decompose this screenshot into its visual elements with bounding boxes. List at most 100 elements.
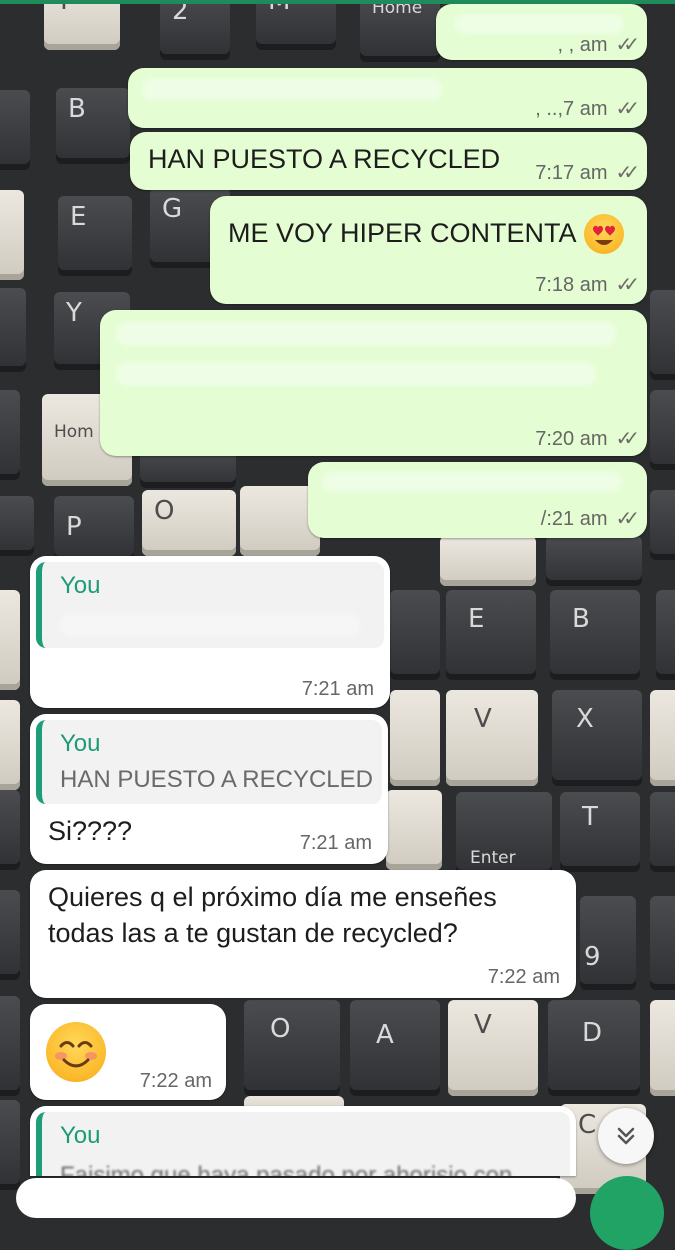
message-meta: 7:20 am ✓✓	[535, 426, 640, 451]
quoted-text: Faisimo que haya pasado por ahorisio con	[60, 1162, 513, 1176]
message-meta: 7:22 am	[140, 1070, 212, 1093]
message-time: 7:17 am	[535, 162, 608, 184]
wallpaper-key	[650, 792, 675, 872]
wallpaper-key	[546, 536, 642, 586]
wallpaper-key	[650, 290, 675, 380]
blurred-text	[116, 362, 596, 386]
blurred-text	[60, 614, 360, 636]
wallpaper-key	[0, 90, 30, 170]
wallpaper-key: O	[142, 490, 236, 556]
wallpaper-key	[0, 790, 20, 870]
message-time: , ..,7 am	[535, 98, 608, 120]
message-input[interactable]	[16, 1178, 576, 1218]
message-meta: 7:17 am ✓✓	[535, 160, 640, 185]
message-meta: , ..,7 am ✓✓	[535, 96, 639, 121]
message-meta: 7:21 am	[300, 832, 372, 855]
quoted-reply[interactable]: You Faisimo que haya pasado por ahorisio…	[36, 1112, 570, 1176]
outgoing-message[interactable]: ME VOY HIPER CONTENTA 7:18 am ✓✓	[210, 196, 647, 304]
message-time: 7:22 am	[139, 1070, 212, 1092]
wallpaper-key: Enter	[456, 792, 552, 876]
double-check-icon: ✓✓	[615, 274, 639, 296]
blurred-text	[322, 472, 622, 492]
message-time: 7:18 am	[535, 274, 608, 296]
wallpaper-key: P	[54, 496, 134, 562]
quoted-reply[interactable]: You	[36, 562, 384, 648]
double-check-icon: ✓✓	[615, 428, 639, 450]
outgoing-message[interactable]: , ..,7 am ✓✓	[128, 68, 647, 128]
blurred-text	[142, 78, 442, 100]
message-meta: 7:18 am ✓✓	[535, 272, 640, 297]
quoted-sender: You	[60, 1122, 101, 1149]
wallpaper-key: 2	[160, 0, 230, 60]
incoming-message[interactable]: You Faisimo que haya pasado por ahorisio…	[30, 1106, 576, 1176]
incoming-message[interactable]: You HAN PUESTO A RECYCLED Si???? 7:21 am	[30, 714, 388, 864]
message-time: 7:22 am	[487, 966, 560, 988]
smiling-face-emoji-icon	[46, 1022, 106, 1082]
message-meta: /:21 am ✓✓	[540, 506, 640, 531]
quoted-reply[interactable]: You HAN PUESTO A RECYCLED	[36, 720, 382, 804]
scroll-to-bottom-button[interactable]	[598, 1108, 654, 1164]
outgoing-message[interactable]: /:21 am ✓✓	[308, 462, 647, 538]
wallpaper-key	[0, 700, 20, 790]
mic-button[interactable]	[590, 1176, 664, 1250]
wallpaper-key	[650, 1000, 675, 1096]
wallpaper-key: 9	[580, 896, 636, 990]
message-text-line-1: Quieres q el próximo día me enseñes	[48, 882, 497, 912]
wallpaper-key	[0, 996, 20, 1096]
wallpaper-key	[390, 690, 440, 786]
outgoing-message[interactable]: 7:20 am ✓✓	[100, 310, 647, 456]
incoming-message[interactable]: 7:22 am	[30, 1004, 226, 1100]
wallpaper-key	[390, 590, 440, 680]
message-text: ME VOY HIPER CONTENTA	[228, 218, 577, 248]
wallpaper-key: Home	[360, 0, 440, 62]
wallpaper-key	[0, 496, 34, 556]
heart-eyes-emoji-icon	[584, 214, 624, 254]
outgoing-message[interactable]: HAN PUESTO A RECYCLED 7:17 am ✓✓	[130, 132, 647, 190]
wallpaper-key	[0, 190, 24, 280]
wallpaper-key	[0, 288, 26, 372]
wallpaper-key	[0, 890, 20, 980]
message-time: , , am	[557, 34, 608, 56]
message-time: /:21 am	[540, 508, 608, 530]
quoted-sender: You	[60, 572, 101, 599]
message-time: 7:21 am	[301, 678, 374, 700]
message-meta: 7:21 am	[302, 678, 374, 701]
wallpaper-key	[650, 690, 675, 786]
incoming-message[interactable]: Quieres q el próximo día me enseñes toda…	[30, 870, 576, 998]
message-time: 7:20 am	[535, 428, 608, 450]
wallpaper-key	[0, 390, 20, 480]
wallpaper-key	[386, 790, 442, 870]
wallpaper-key: A	[350, 1000, 440, 1096]
wallpaper-key	[440, 536, 536, 586]
double-check-icon: ✓✓	[615, 508, 639, 530]
wallpaper-key: V	[446, 690, 538, 786]
wallpaper-key	[0, 590, 20, 690]
message-time: 7:21 am	[299, 832, 372, 854]
wallpaper-key	[650, 896, 675, 990]
double-check-icon: ✓✓	[615, 162, 639, 184]
double-check-icon: ✓✓	[615, 98, 639, 120]
wallpaper-key: M	[256, 0, 336, 50]
double-check-icon: ✓✓	[615, 34, 639, 56]
message-meta: , , am ✓✓	[557, 32, 639, 57]
blurred-text	[454, 14, 624, 34]
wallpaper-key: X	[552, 690, 642, 786]
wallpaper-key	[650, 490, 675, 560]
wallpaper-key: O	[244, 1000, 340, 1096]
wallpaper-key	[656, 590, 675, 680]
wallpaper-key: V	[448, 1000, 538, 1096]
blurred-text	[116, 322, 616, 346]
message-text-line-2: todas las a te gustan de recycled?	[48, 918, 458, 948]
message-text: Si????	[48, 816, 133, 846]
quoted-sender: You	[60, 730, 101, 757]
outgoing-message[interactable]: , , am ✓✓	[436, 4, 647, 60]
message-text: HAN PUESTO A RECYCLED	[148, 144, 501, 174]
wallpaper-key: B	[56, 88, 130, 164]
wallpaper-key: E	[58, 196, 132, 276]
double-chevron-down-icon	[617, 1127, 635, 1145]
wallpaper-key	[650, 390, 675, 470]
wallpaper-key: T	[560, 792, 640, 872]
quoted-text: HAN PUESTO A RECYCLED	[60, 766, 373, 793]
incoming-message[interactable]: You 7:21 am	[30, 556, 390, 708]
wallpaper-key: E	[446, 590, 536, 680]
